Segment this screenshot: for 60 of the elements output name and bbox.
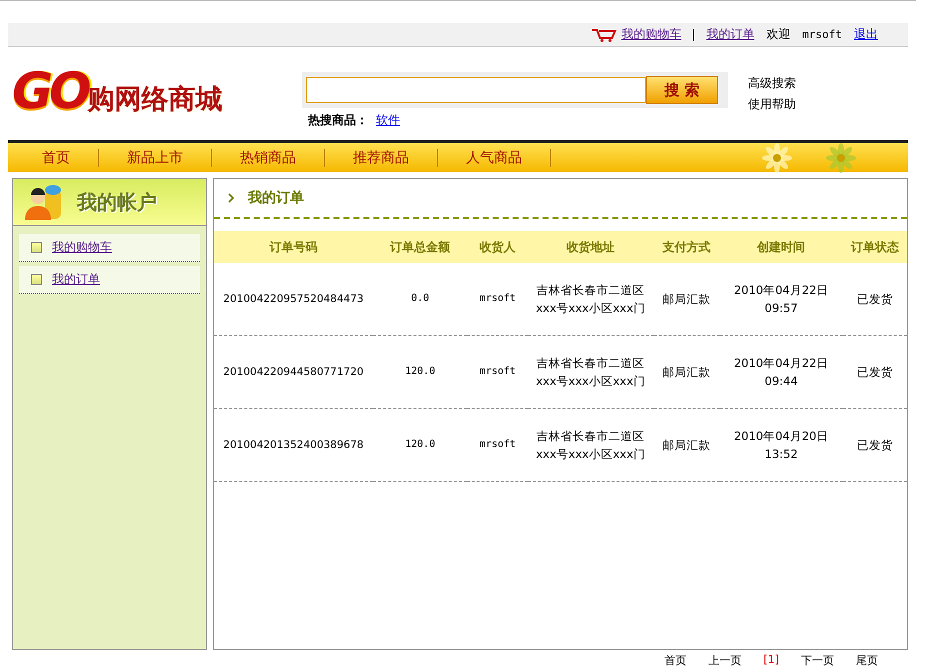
last-page-link[interactable]: 尾页 bbox=[856, 653, 878, 668]
username: mrsoft bbox=[802, 28, 842, 41]
search-button[interactable]: 搜 索 bbox=[646, 76, 718, 104]
address-cell: 吉林省长春市二道区 xxx号xxx小区xxx门 bbox=[536, 283, 646, 315]
payment-cell: 邮局汇款 bbox=[662, 365, 711, 379]
logout-link[interactable]: 退出 bbox=[854, 26, 878, 43]
column-header: 订单状态 bbox=[850, 240, 899, 254]
column-header: 订单号码 bbox=[269, 240, 318, 254]
search-field[interactable] bbox=[306, 77, 646, 103]
nav-item[interactable]: 首页 bbox=[8, 148, 99, 166]
logo-text: 购网络商城 bbox=[88, 85, 223, 115]
address-cell: 吉林省长春市二道区 xxx号xxx小区xxx门 bbox=[536, 429, 646, 461]
receiver-name: mrsoft bbox=[480, 439, 516, 450]
address-cell: 吉林省长春市二道区 xxx号xxx小区xxx门 bbox=[536, 356, 646, 388]
bullet-icon bbox=[31, 242, 42, 253]
order-number: 201004220944580771720 bbox=[223, 366, 364, 378]
current-page[interactable]: [1] bbox=[763, 653, 779, 668]
nav-item[interactable]: 人气商品 bbox=[438, 148, 551, 166]
receiver-name: mrsoft bbox=[480, 293, 516, 304]
bullet-icon bbox=[31, 274, 42, 285]
status-cell: 已发货 bbox=[856, 365, 893, 379]
receiver-name: mrsoft bbox=[480, 366, 516, 377]
date-cell: 2010年04月22日 09:57 bbox=[734, 283, 828, 315]
status-cell: 已发货 bbox=[856, 438, 893, 452]
date-cell: 2010年04月20日 13:52 bbox=[734, 429, 828, 461]
order-total: 120.0 bbox=[405, 366, 436, 377]
status-cell: 已发货 bbox=[856, 292, 893, 306]
column-header: 支付方式 bbox=[662, 240, 711, 254]
column-header: 订单总金额 bbox=[390, 240, 450, 254]
logo-mark: GO bbox=[12, 67, 88, 115]
nav-item[interactable]: 推荐商品 bbox=[325, 148, 438, 166]
cart-link[interactable]: 我的购物车 bbox=[591, 26, 682, 43]
hot-label: 热搜商品： bbox=[308, 112, 368, 129]
date-cell: 2010年04月22日 09:44 bbox=[734, 356, 828, 388]
flower-icon bbox=[824, 142, 858, 172]
order-number: 201004220957520484473 bbox=[223, 293, 364, 305]
greeting-text: 欢迎 bbox=[766, 26, 790, 43]
hot-link[interactable]: 软件 bbox=[376, 112, 400, 129]
nav-item[interactable]: 新品上市 bbox=[99, 148, 212, 166]
payment-cell: 邮局汇款 bbox=[662, 438, 711, 452]
next-page-link[interactable]: 下一页 bbox=[801, 653, 834, 668]
order-total: 120.0 bbox=[405, 439, 436, 450]
payment-cell: 邮局汇款 bbox=[662, 292, 711, 306]
column-header: 创建时间 bbox=[757, 240, 806, 254]
sidebar-title: 我的帐户 bbox=[77, 188, 157, 216]
search-link[interactable]: 使用帮助 bbox=[748, 96, 796, 113]
column-header: 收货地址 bbox=[566, 240, 615, 254]
page-title: 我的订单 bbox=[248, 189, 304, 207]
top-link[interactable]: 我的订单 bbox=[706, 26, 754, 43]
prev-page-link[interactable]: 上一页 bbox=[708, 653, 742, 668]
sidebar-link[interactable]: 我的订单 bbox=[52, 271, 100, 288]
column-header: 收货人 bbox=[480, 240, 516, 254]
search-link[interactable]: 高级搜索 bbox=[748, 75, 796, 92]
flower-icon bbox=[760, 142, 794, 172]
first-page-link[interactable]: 首页 bbox=[664, 653, 686, 668]
order-number: 201004201352400389678 bbox=[223, 439, 364, 451]
order-total: 0.0 bbox=[411, 293, 430, 304]
nav-item[interactable]: 热销商品 bbox=[212, 148, 325, 166]
chevron-icon bbox=[228, 193, 234, 203]
cart-icon bbox=[591, 28, 618, 42]
